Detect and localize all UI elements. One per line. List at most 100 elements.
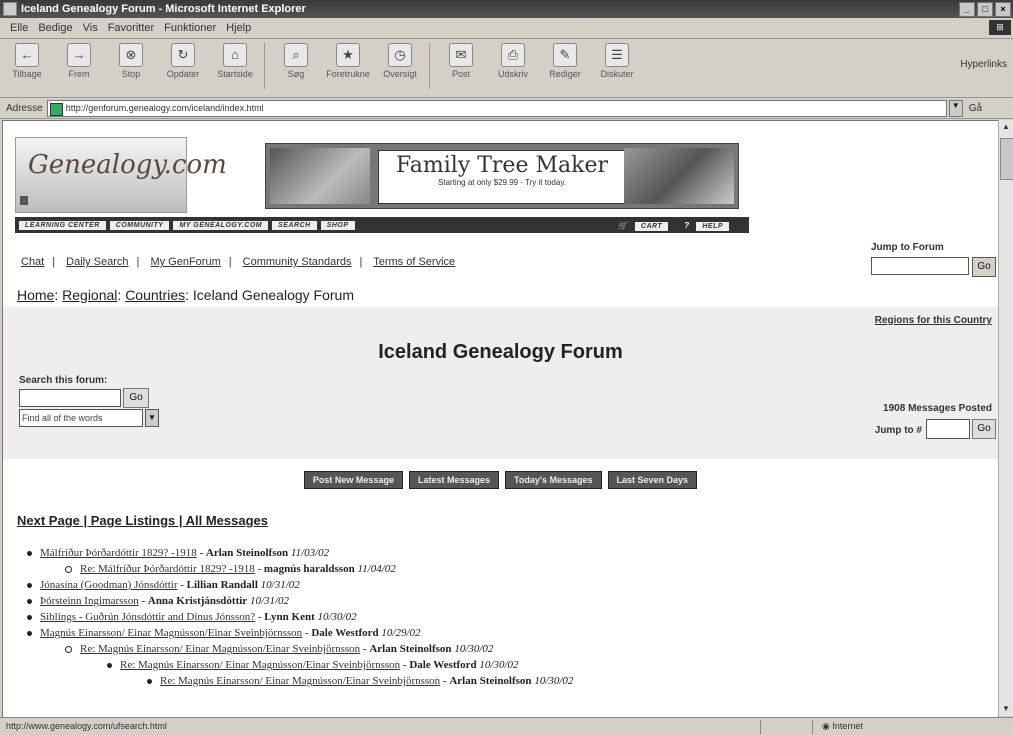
family-tree-maker-ad[interactable]: Family Tree Maker Starting at only $29.9… — [265, 143, 739, 209]
menu-tools[interactable]: Funktioner — [164, 22, 216, 34]
stop-button[interactable]: ⊗ Stop — [106, 39, 156, 79]
window-title: Iceland Genealogy Forum - Microsoft Inte… — [21, 3, 306, 15]
globe-icon: ◉ — [822, 721, 830, 731]
nav-learning-center[interactable]: LEARNING CENTER — [19, 220, 106, 230]
close-button[interactable]: × — [995, 2, 1011, 17]
forum-actions: Post New Message Latest Messages Today's… — [3, 471, 998, 489]
list-item: Re: Magnús Einarsson/ Einar Magnússon/Ei… — [107, 659, 519, 671]
site-nav: LEARNING CENTER COMMUNITY MY GENEALOGY.C… — [15, 217, 749, 233]
windows-logo-icon: ⊞ — [989, 20, 1011, 35]
scroll-thumb[interactable] — [1000, 138, 1013, 180]
jump-to-message-go-button[interactable]: Go — [972, 419, 996, 439]
scroll-down-icon[interactable]: ▼ — [999, 702, 1013, 716]
menu-help[interactable]: Hjelp — [226, 22, 251, 34]
chat-link[interactable]: Chat — [21, 256, 44, 268]
help-link[interactable]: ? HELP — [678, 220, 735, 231]
message-subject-link[interactable]: Magnús Einarsson/ Einar Magnússon/Einar … — [40, 627, 302, 639]
address-go-button[interactable]: Gå — [969, 103, 982, 114]
home-button[interactable]: ⌂ Startside — [210, 39, 260, 79]
latest-messages-button[interactable]: Latest Messages — [408, 471, 499, 489]
menu-favorites[interactable]: Favoritter — [108, 22, 154, 34]
mail-button[interactable]: ✉ Post — [436, 39, 486, 79]
address-input[interactable]: http://genforum.genealogy.com/iceland/in… — [46, 99, 947, 117]
ad-subtitle: Starting at only $29.99 - Try it today. — [438, 178, 566, 187]
print-icon: ⎙ — [501, 43, 525, 67]
message-subject-link[interactable]: Re: Magnús Einarsson/ Einar Magnússon/Ei… — [120, 659, 400, 671]
search-forum-label: Search this forum: — [19, 375, 108, 386]
favorites-icon: ★ — [336, 43, 360, 67]
stop-icon: ⊗ — [119, 43, 143, 67]
address-label: Adresse — [6, 102, 43, 114]
status-bar: http://www.genealogy.com/ufsearch.html ◉… — [0, 717, 1013, 735]
message-subject-link[interactable]: Jónasína (Goodman) Jónsdóttir — [40, 579, 177, 591]
ad-photo — [270, 148, 370, 204]
mail-icon: ✉ — [449, 43, 473, 67]
nav-my-genealogy[interactable]: MY GENEALOGY.COM — [173, 220, 269, 230]
breadcrumb-current: Iceland Genealogy Forum — [192, 287, 354, 303]
terms-of-service-link[interactable]: Terms of Service — [373, 256, 455, 268]
discuss-icon: ☰ — [605, 43, 629, 67]
jump-to-message-input[interactable] — [926, 419, 970, 439]
favorites-button[interactable]: ★ Foretrukne — [323, 39, 373, 79]
jump-to-forum-input[interactable] — [871, 257, 969, 275]
vertical-scrollbar[interactable]: ▲ ▼ — [998, 120, 1013, 716]
message-subject-link[interactable]: Þórsteinn Ingimarsson — [40, 595, 139, 607]
search-button[interactable]: ⌕ Søg — [271, 39, 321, 79]
print-button[interactable]: ⎙ Udskriv — [488, 39, 538, 79]
breadcrumb-countries[interactable]: Countries — [125, 287, 185, 303]
page-icon — [49, 102, 63, 116]
breadcrumb-regional[interactable]: Regional — [62, 287, 117, 303]
message-subject-link[interactable]: Málfríður Þórðardóttir 1829? -1918 — [40, 547, 197, 559]
back-arrow-icon: ← — [15, 43, 39, 67]
genealogy-logo[interactable]: Genealogy.com · — [15, 137, 227, 213]
refresh-button[interactable]: ↻ Opdater — [158, 39, 208, 79]
chevron-down-icon[interactable]: ▼ — [145, 409, 159, 427]
nav-community[interactable]: COMMUNITY — [109, 220, 170, 230]
address-dropdown[interactable]: ▼ — [948, 99, 963, 117]
todays-messages-button[interactable]: Today's Messages — [505, 471, 602, 489]
post-new-message-button[interactable]: Post New Message — [303, 471, 403, 489]
back-button[interactable]: ← Tilbage — [2, 39, 52, 79]
ad-photo — [624, 148, 734, 204]
nav-search[interactable]: SEARCH — [272, 220, 317, 230]
message-subject-link[interactable]: Re: Málfríður Þórðardóttir 1829? -1918 — [80, 563, 255, 575]
search-mode-select[interactable]: Find all of the words — [19, 409, 143, 427]
last-seven-days-button[interactable]: Last Seven Days — [607, 471, 698, 489]
menu-file[interactable]: Elle — [10, 22, 28, 34]
breadcrumb-home[interactable]: Home — [17, 287, 54, 303]
links-label[interactable]: Hyperlinks — [960, 59, 1007, 70]
message-subject-link[interactable]: Re: Magnús Einarsson/ Einar Magnússon/Ei… — [160, 675, 440, 687]
top-links: Chat | Daily Search | My GenForum | Communi… — [21, 256, 456, 268]
cart-link[interactable]: 🛒 CART — [612, 220, 675, 231]
message-subject-link[interactable]: Re: Magnús Einarsson/ Einar Magnússon/Ei… — [80, 643, 360, 655]
nav-shop[interactable]: SHOP — [320, 220, 355, 230]
list-item: Magnús Einarsson/ Einar Magnússon/Einar … — [27, 627, 421, 639]
search-forum-go-button[interactable]: Go — [123, 388, 149, 408]
edit-button[interactable]: ✎ Rediger — [540, 39, 590, 79]
ie-icon — [3, 2, 17, 16]
daily-search-link[interactable]: Daily Search — [66, 256, 128, 268]
home-icon: ⌂ — [223, 43, 247, 67]
forward-button[interactable]: → Frem — [54, 39, 104, 79]
maximize-button[interactable]: □ — [977, 2, 993, 17]
edit-icon: ✎ — [553, 43, 577, 67]
regions-link[interactable]: Regions for this Country — [875, 315, 992, 326]
menu-edit[interactable]: Bedige — [38, 22, 72, 34]
forward-arrow-icon: → — [67, 43, 91, 67]
list-item: Þórsteinn Ingimarsson - Anna Kristjánsdó… — [27, 595, 289, 607]
page-navigation-links[interactable]: Next Page | Page Listings | All Messages — [17, 513, 268, 528]
discuss-button[interactable]: ☰ Diskuter — [592, 39, 642, 79]
message-subject-link[interactable]: Siblings - Guðrún Jónsdóttir and Dínus J… — [40, 611, 255, 623]
my-genforum-link[interactable]: My GenForum — [150, 256, 220, 268]
search-forum-input[interactable] — [19, 389, 121, 407]
list-item: Málfríður Þórðardóttir 1829? -1918 - Arl… — [27, 547, 329, 559]
ad-title: Family Tree Maker — [396, 153, 608, 178]
scroll-up-icon[interactable]: ▲ — [999, 120, 1013, 134]
menu-view[interactable]: Vis — [83, 22, 98, 34]
jump-to-forum-go-button[interactable]: Go — [972, 257, 996, 277]
minimize-button[interactable]: _ — [959, 2, 975, 17]
history-button[interactable]: ◷ Oversigt — [375, 39, 425, 79]
menu-bar: Elle Bedige Vis Favoritter Funktioner Hj… — [0, 18, 1013, 39]
list-item: Re: Magnús Einarsson/ Einar Magnússon/Ei… — [147, 675, 573, 687]
community-standards-link[interactable]: Community Standards — [243, 256, 352, 268]
